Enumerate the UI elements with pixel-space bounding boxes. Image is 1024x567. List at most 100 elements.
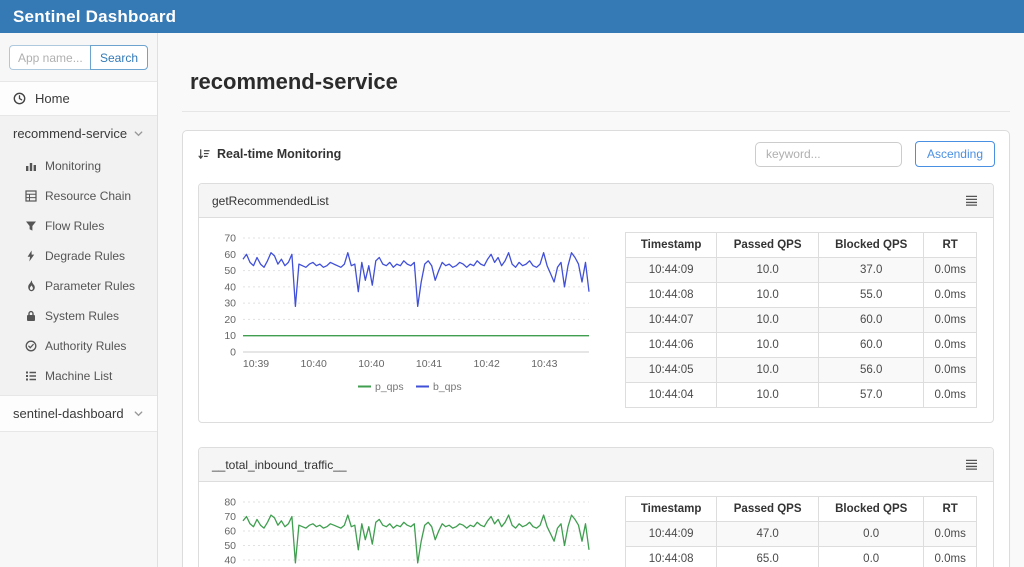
ascending-sort-button[interactable]: Ascending bbox=[914, 141, 995, 167]
table-cell: 10.0 bbox=[716, 257, 820, 283]
table-cell: 0.0ms bbox=[923, 307, 977, 333]
title-divider bbox=[182, 111, 1010, 112]
resource-card-total-inbound-traffic: __total_inbound_traffic__ 01020304050607… bbox=[198, 447, 994, 567]
column-header: Timestamp bbox=[624, 232, 718, 258]
svg-text:10: 10 bbox=[224, 330, 236, 342]
app-submenu: Monitoring Resource Chain Flow Rules Degrad… bbox=[0, 151, 157, 395]
table-cell: 10:44:07 bbox=[624, 307, 718, 333]
table-cell: 10.0 bbox=[716, 382, 820, 408]
svg-text:70: 70 bbox=[224, 511, 236, 523]
card-menu-icon[interactable] bbox=[963, 457, 980, 472]
column-header: RT bbox=[923, 496, 977, 522]
table-header-row: Timestamp Passed QPS Blocked QPS RT bbox=[624, 232, 977, 258]
sidebar-item-label: Resource Chain bbox=[45, 189, 132, 203]
svg-text:50: 50 bbox=[224, 265, 236, 277]
app-search-group: Search bbox=[9, 45, 148, 70]
keyword-input[interactable] bbox=[754, 141, 902, 167]
svg-text:60: 60 bbox=[224, 249, 236, 261]
chevron-down-icon bbox=[133, 128, 144, 139]
app-search-input[interactable] bbox=[9, 45, 90, 70]
app-title: Sentinel Dashboard bbox=[13, 6, 177, 26]
svg-text:10:41: 10:41 bbox=[416, 358, 442, 370]
app-group-label: sentinel-dashboard bbox=[13, 406, 124, 421]
table-cell: 0.0ms bbox=[923, 332, 977, 358]
table-header-row: Timestamp Passed QPS Blocked QPS RT bbox=[624, 496, 977, 522]
app-search-button[interactable]: Search bbox=[89, 45, 148, 70]
sidebar-item-degrade-rules[interactable]: Degrade Rules bbox=[0, 241, 157, 271]
table-row: 10:44:09 10.0 37.0 0.0ms bbox=[624, 257, 977, 283]
column-header: RT bbox=[923, 232, 977, 258]
table-cell: 10.0 bbox=[716, 307, 820, 333]
sidebar-item-label: Degrade Rules bbox=[45, 249, 126, 263]
qps-line-chart: 0 10 20 30 40 50 60 70 10:39 10:40 10:40 10:41 10:42… bbox=[207, 230, 599, 414]
panel-header: Real-time Monitoring Ascending bbox=[183, 131, 1009, 173]
svg-text:70: 70 bbox=[224, 233, 236, 245]
main-content: recommend-service Real-time Monitoring A… bbox=[158, 33, 1024, 567]
table-cell: 37.0 bbox=[818, 257, 925, 283]
resource-card-getRecommendedList: getRecommendedList 0 10 20 30 40 50 60 70 10:39 1… bbox=[198, 183, 994, 423]
table-row: 10:44:07 10.0 60.0 0.0ms bbox=[624, 307, 977, 333]
table-cell: 0.0ms bbox=[923, 357, 977, 383]
svg-text:10:39: 10:39 bbox=[243, 358, 269, 370]
table-cell: 10:44:08 bbox=[624, 282, 718, 308]
sidebar-app-sentinel-dashboard[interactable]: sentinel-dashboard bbox=[0, 396, 157, 432]
card-header: getRecommendedList bbox=[199, 184, 993, 218]
svg-text:50: 50 bbox=[224, 540, 236, 552]
table-row: 10:44:04 10.0 57.0 0.0ms bbox=[624, 382, 977, 408]
panel-tools: Ascending bbox=[754, 141, 995, 167]
table-cell: 10.0 bbox=[716, 332, 820, 358]
table-cell: 0.0ms bbox=[923, 546, 977, 567]
svg-text:40: 40 bbox=[224, 555, 236, 567]
column-header: Blocked QPS bbox=[818, 496, 925, 522]
svg-text:20: 20 bbox=[224, 314, 236, 326]
svg-text:60: 60 bbox=[224, 526, 236, 538]
qps-table: Timestamp Passed QPS Blocked QPS RT 10:44:09… bbox=[624, 496, 977, 567]
table-cell: 0.0ms bbox=[923, 382, 977, 408]
sidebar-item-authority-rules[interactable]: Authority Rules bbox=[0, 331, 157, 361]
qps-table-wrap: Timestamp Passed QPS Blocked QPS RT 10:44:09… bbox=[624, 496, 977, 567]
table-cell: 0.0 bbox=[818, 521, 925, 547]
sidebar-item-system-rules[interactable]: System Rules bbox=[0, 301, 157, 331]
card-menu-icon[interactable] bbox=[963, 193, 980, 208]
sidebar-item-monitoring[interactable]: Monitoring bbox=[0, 151, 157, 181]
sidebar-item-label: Flow Rules bbox=[45, 219, 105, 233]
table-row: 10:44:08 65.0 0.0 0.0ms bbox=[624, 546, 977, 567]
table-row: 10:44:06 10.0 60.0 0.0ms bbox=[624, 332, 977, 358]
sidebar-item-flow-rules[interactable]: Flow Rules bbox=[0, 211, 157, 241]
page-title: recommend-service bbox=[190, 69, 398, 94]
card-body: 0 10 20 30 40 50 60 70 10:39 10:40 10:40 10:41 10:42… bbox=[199, 218, 993, 422]
sidebar-item-machine-list[interactable]: Machine List bbox=[0, 361, 157, 391]
panel-title: Real-time Monitoring bbox=[217, 147, 342, 161]
table-row: 10:44:05 10.0 56.0 0.0ms bbox=[624, 357, 977, 383]
lock-icon bbox=[24, 310, 37, 323]
sidebar-item-label: Monitoring bbox=[45, 159, 102, 173]
sidebar: Search Home recommend-service Monitoring… bbox=[0, 33, 158, 567]
table-cell: 55.0 bbox=[818, 282, 925, 308]
sort-amount-icon bbox=[197, 148, 210, 161]
table-row: 10:44:08 10.0 55.0 0.0ms bbox=[624, 282, 977, 308]
table-cell: 10:44:09 bbox=[624, 521, 718, 547]
table-cell: 10:44:08 bbox=[624, 546, 718, 567]
bar-chart-icon bbox=[24, 160, 37, 173]
table-cell: 65.0 bbox=[716, 546, 820, 567]
qps-table: Timestamp Passed QPS Blocked QPS RT 10:44:09… bbox=[624, 232, 977, 408]
svg-text:10:43: 10:43 bbox=[531, 358, 557, 370]
table-icon bbox=[24, 190, 37, 203]
sidebar-item-resource-chain[interactable]: Resource Chain bbox=[0, 181, 157, 211]
svg-text:40: 40 bbox=[224, 281, 236, 293]
table-cell: 0.0ms bbox=[923, 257, 977, 283]
sidebar-item-home[interactable]: Home bbox=[0, 81, 157, 116]
svg-text:80: 80 bbox=[224, 497, 236, 509]
realtime-monitoring-panel: Real-time Monitoring Ascending getRecomm… bbox=[182, 130, 1010, 567]
sidebar-item-label: Authority Rules bbox=[45, 339, 127, 353]
sidebar-item-parameter-rules[interactable]: Parameter Rules bbox=[0, 271, 157, 301]
fire-icon bbox=[24, 280, 37, 293]
table-cell: 0.0ms bbox=[923, 282, 977, 308]
app-group-label: recommend-service bbox=[13, 126, 128, 141]
column-header: Timestamp bbox=[624, 496, 718, 522]
card-body: 0102030405060708010:3910:4010:4010:4110:… bbox=[199, 482, 993, 567]
sidebar-app-recommend-service[interactable]: recommend-service bbox=[0, 116, 157, 151]
card-header: __total_inbound_traffic__ bbox=[199, 448, 993, 482]
sidebar-app-group: recommend-service Monitoring Resource Cha… bbox=[0, 116, 157, 396]
table-cell: 10:44:05 bbox=[624, 357, 718, 383]
